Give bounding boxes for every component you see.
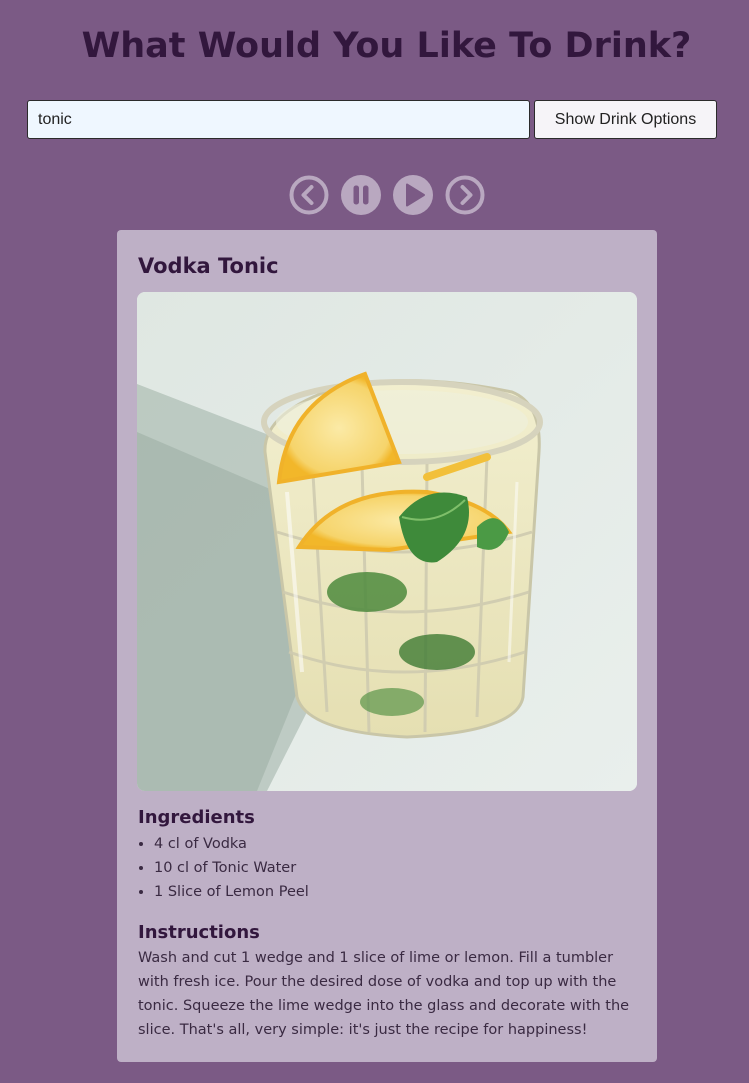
page-title: What Would You Like To Drink? [81,26,692,66]
chevron-left-circle-icon [289,175,329,215]
ingredient-list: 4 cl of Vodka 10 cl of Tonic Water 1 Sli… [138,832,309,904]
pause-button[interactable] [341,175,381,215]
ingredient-item: 1 Slice of Lemon Peel [154,880,309,904]
drink-name: Vodka Tonic [138,254,279,278]
instructions-heading: Instructions [138,922,260,943]
carousel-controls [289,175,485,215]
play-button[interactable] [393,175,433,215]
show-drink-options-button[interactable]: Show Drink Options [534,100,717,139]
search-input[interactable] [27,100,530,139]
play-circle-icon [393,175,433,215]
instructions-text: Wash and cut 1 wedge and 1 slice of lime… [138,950,630,1038]
page: What Would You Like To Drink? Show Drink… [0,0,749,1083]
ingredients-heading: Ingredients [138,807,255,828]
next-button[interactable] [445,175,485,215]
drink-card: Vodka Tonic Ingredients • 4 cl of Vodka … [117,230,657,1062]
previous-button[interactable] [289,175,329,215]
chevron-right-circle-icon [445,175,485,215]
ingredient-item: 10 cl of Tonic Water [154,856,309,880]
pause-circle-icon [341,175,381,215]
drink-photo [137,292,637,791]
ingredient-item: 4 cl of Vodka [154,832,309,856]
